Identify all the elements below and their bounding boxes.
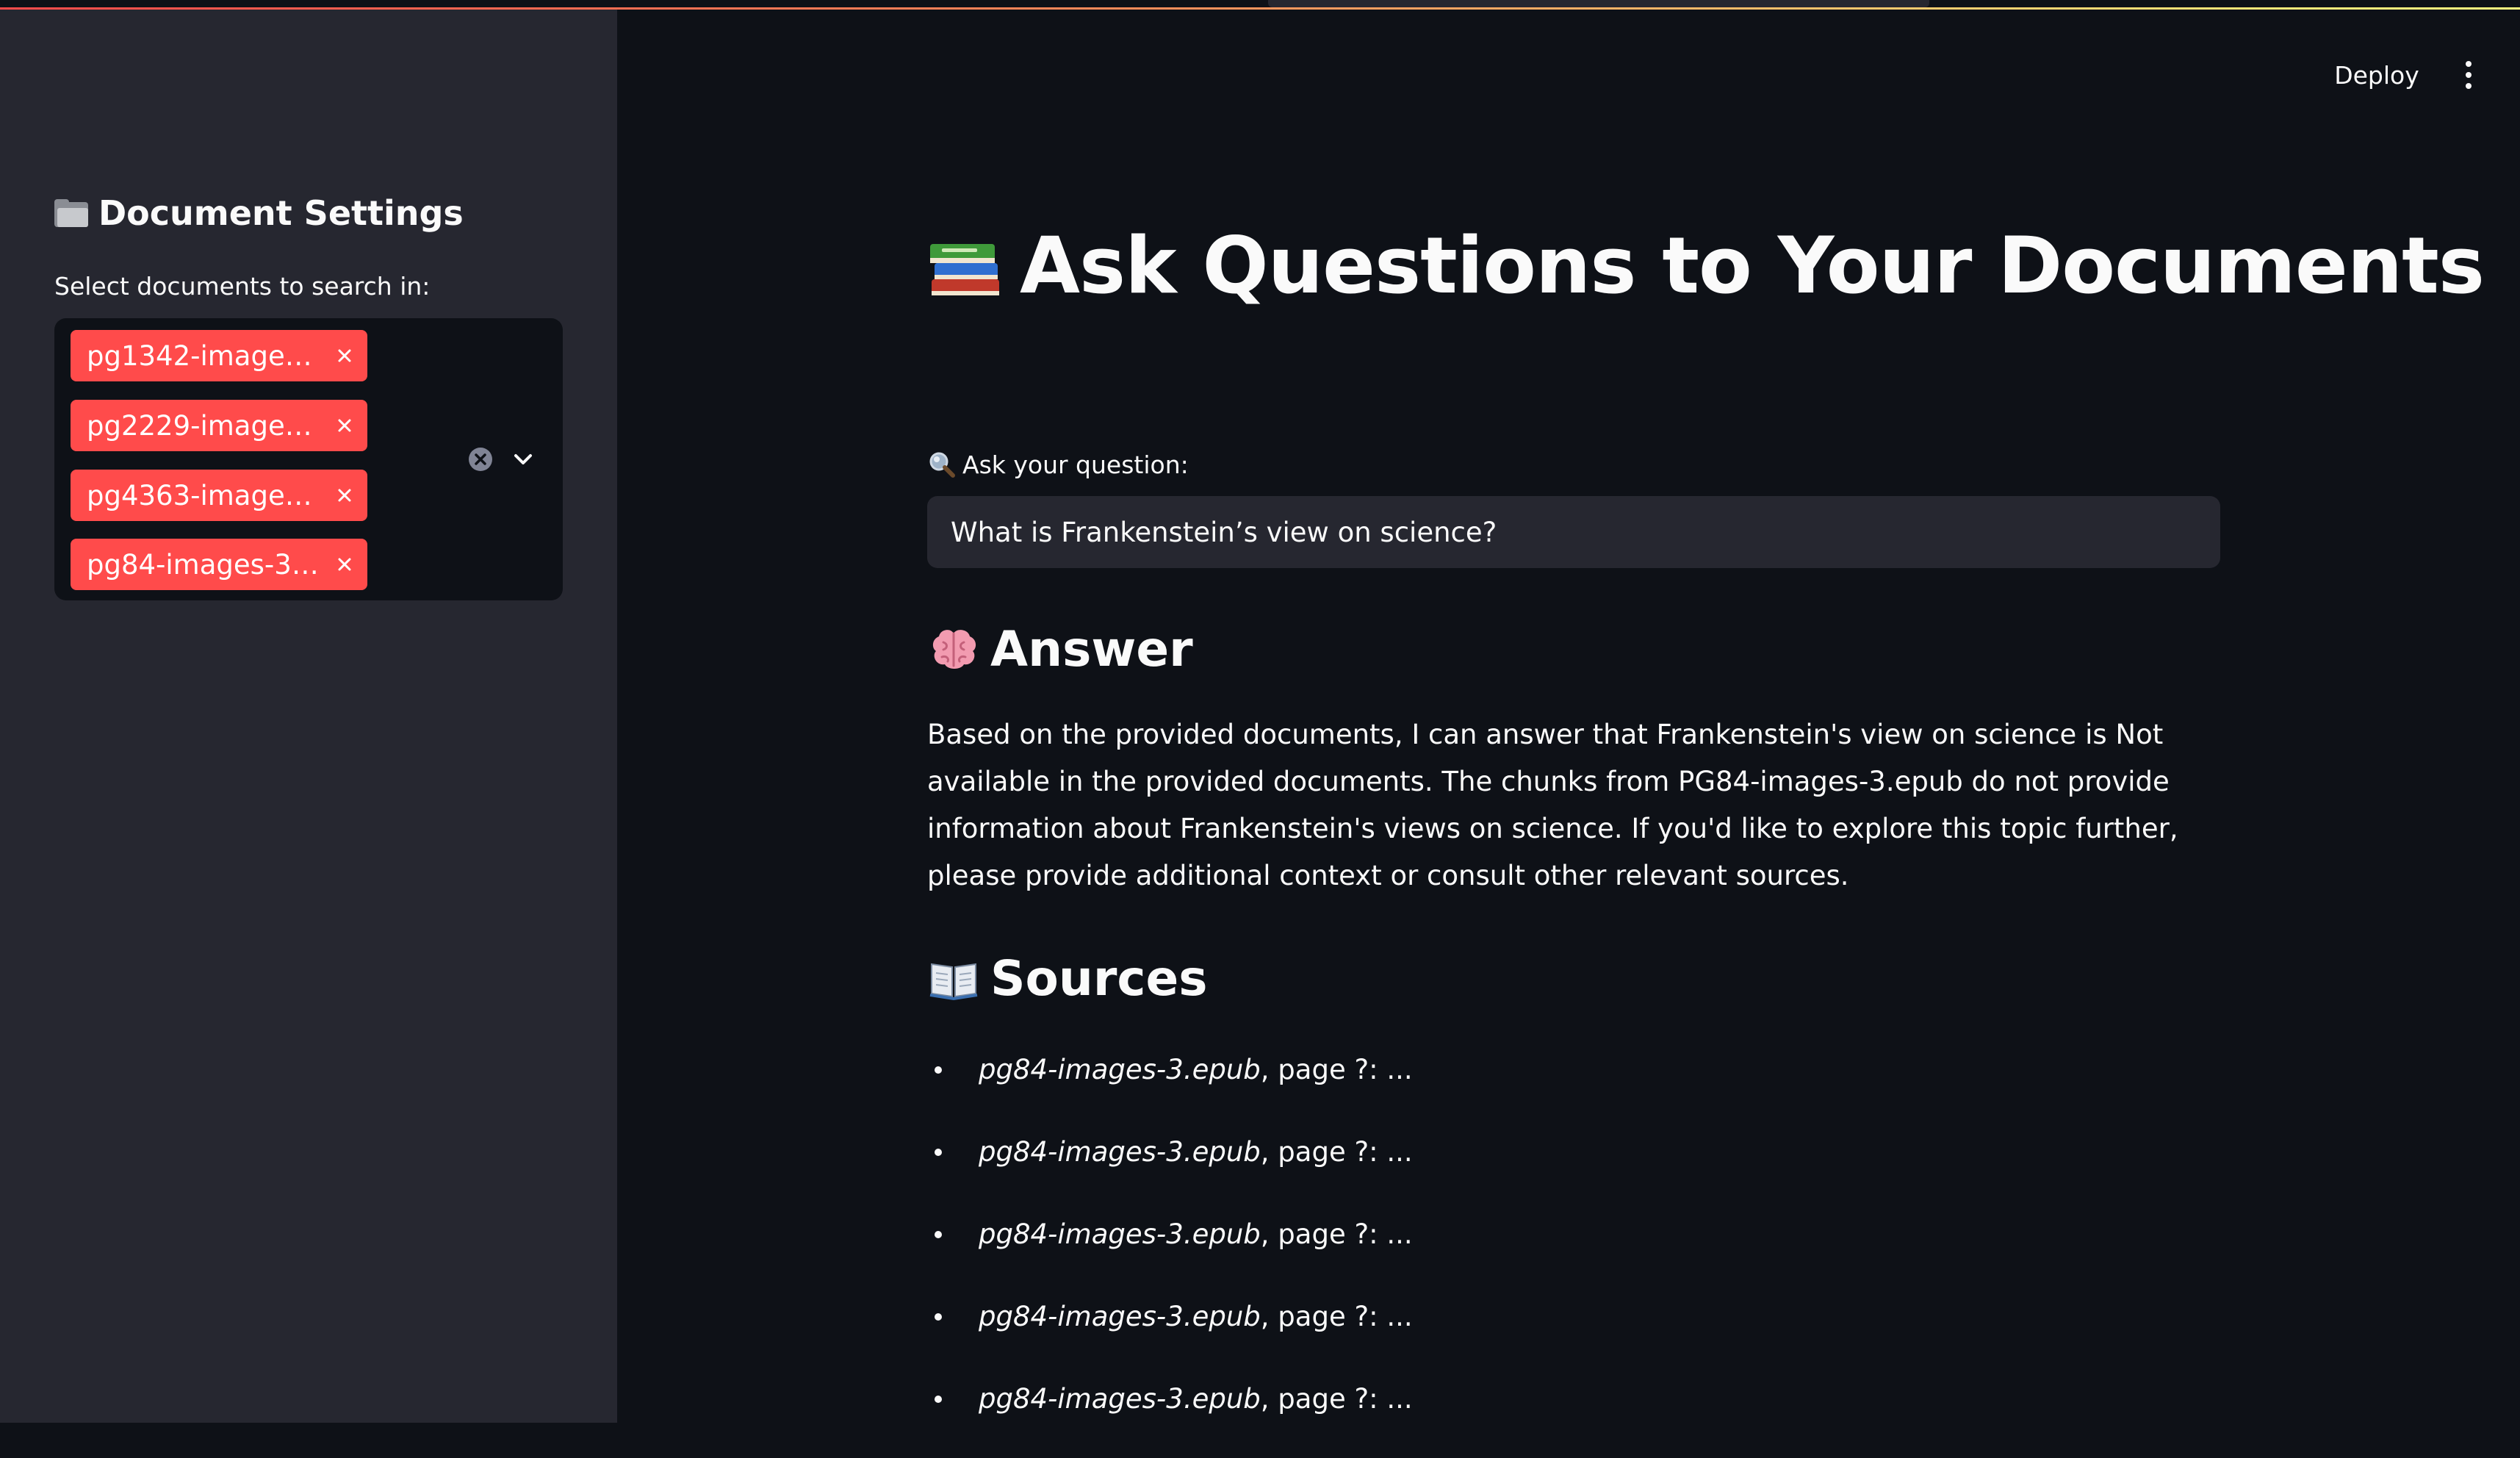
- top-tab-strip: [1268, 0, 1929, 7]
- sidebar-title-text: Document Settings: [98, 193, 464, 233]
- document-chip: pg2229-images-3.epub: [71, 400, 367, 451]
- sources-heading: Sources: [927, 950, 1208, 1007]
- top-decoration-bar: [0, 0, 2520, 10]
- remove-chip-button[interactable]: [334, 345, 356, 367]
- source-page: , page ?: ...: [1260, 1136, 1413, 1168]
- source-file: pg84-images-3.epub: [979, 1218, 1261, 1250]
- document-chip: pg4363-images-3.epub: [71, 470, 367, 521]
- answer-text: Based on the provided documents, I can a…: [927, 719, 2178, 891]
- document-chip: pg84-images-3.epub: [71, 539, 367, 590]
- source-page: , page ?: ...: [1260, 1301, 1413, 1332]
- list-item: pg84-images-3.epub, page ?: ...: [927, 1293, 2228, 1376]
- source-file: pg84-images-3.epub: [979, 1301, 1261, 1332]
- chip-label: pg2229-images-3.epub: [87, 409, 322, 442]
- close-icon: [338, 489, 351, 502]
- brain-icon: [932, 629, 976, 669]
- list-item: pg84-images-3.epub, page ?: ...: [927, 1376, 2228, 1458]
- list-item: pg84-images-3.epub, page ?: ...: [927, 1046, 2228, 1129]
- list-item: pg84-images-3.epub, page ?: ...: [927, 1129, 2228, 1211]
- answer-heading: Answer: [927, 621, 1193, 678]
- question-label-text: Ask your question:: [962, 450, 1189, 479]
- page-title: Ask Questions to Your Documents: [927, 220, 2485, 311]
- clear-circle-icon: [469, 448, 492, 471]
- source-page: , page ?: ...: [1260, 1218, 1413, 1250]
- sources-list: pg84-images-3.epub, page ?: ... pg84-ima…: [927, 1046, 2228, 1458]
- close-icon: [338, 349, 351, 362]
- sidebar: Document Settings Select documents to se…: [0, 10, 617, 1423]
- source-file: pg84-images-3.epub: [979, 1054, 1261, 1085]
- remove-chip-button[interactable]: [334, 414, 356, 437]
- chip-label: pg84-images-3.epub: [87, 548, 322, 581]
- magnifier-icon: [929, 452, 955, 478]
- dropdown-toggle[interactable]: [510, 446, 536, 473]
- answer-heading-text: Answer: [990, 621, 1193, 678]
- source-page: , page ?: ...: [1260, 1383, 1413, 1415]
- remove-chip-button[interactable]: [334, 553, 356, 575]
- folder-icon: [54, 199, 88, 227]
- question-label: Ask your question:: [927, 450, 1189, 479]
- document-select-label: Select documents to search in:: [54, 272, 431, 301]
- source-file: pg84-images-3.epub: [979, 1136, 1261, 1168]
- document-multiselect[interactable]: pg1342-images-3.epub pg2229-images-3.epu…: [54, 318, 563, 600]
- books-icon: [930, 243, 999, 295]
- deploy-button[interactable]: Deploy: [2329, 51, 2424, 98]
- clear-all-button[interactable]: [467, 446, 494, 473]
- page-title-text: Ask Questions to Your Documents: [1020, 220, 2485, 311]
- chip-label: pg1342-images-3.epub: [87, 340, 322, 372]
- document-chip: pg1342-images-3.epub: [71, 330, 367, 381]
- chip-label: pg4363-images-3.epub: [87, 479, 322, 511]
- sidebar-title: Document Settings: [54, 193, 464, 233]
- remove-chip-button[interactable]: [334, 484, 356, 506]
- open-book-icon: [929, 963, 978, 1000]
- more-vertical-icon[interactable]: [2454, 56, 2483, 94]
- source-page: , page ?: ...: [1260, 1054, 1413, 1085]
- source-file: pg84-images-3.epub: [979, 1383, 1261, 1415]
- sources-heading-text: Sources: [990, 950, 1208, 1007]
- question-input[interactable]: [927, 496, 2220, 568]
- close-icon: [338, 558, 351, 571]
- chevron-down-icon: [514, 454, 532, 464]
- close-icon: [338, 419, 351, 432]
- list-item: pg84-images-3.epub, page ?: ...: [927, 1211, 2228, 1293]
